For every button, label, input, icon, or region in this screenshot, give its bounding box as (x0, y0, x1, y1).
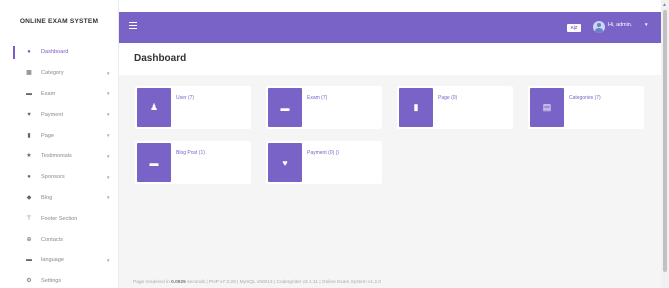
stat-card-label[interactable]: Page (0) (438, 95, 457, 101)
hamburger-menu-icon[interactable] (129, 22, 137, 29)
stat-card-payment[interactable]: ♥ Payment (0) () (266, 141, 382, 184)
scroll-up-arrow-icon[interactable]: ▲ (662, 2, 667, 8)
sidebar-item-sponsors[interactable]: ● Sponsors ▼ (0, 167, 118, 188)
chevron-down-icon: ▼ (106, 195, 111, 201)
sidebar-item-page[interactable]: ▮ Page ▼ (0, 125, 118, 146)
page-icon: ▮ (27, 132, 31, 139)
sidebar-item-label: Page (41, 132, 55, 139)
chevron-down-icon: ▼ (106, 257, 111, 263)
sidebar-item-contacts[interactable]: ⊕ Contacts (0, 229, 118, 250)
scrollbar-thumb[interactable] (663, 10, 667, 272)
stat-card-categories[interactable]: ▤ Categories (7) (528, 86, 644, 129)
payment-hand-icon: ♥ (268, 143, 302, 182)
user-icon: ♟ (137, 88, 171, 127)
brand-title: ONLINE EXAM SYSTEM (19, 17, 99, 25)
sidebar-item-label: Contacts (41, 236, 64, 243)
top-navbar: A|Z Hi, admin. ▼ (119, 12, 661, 43)
stat-card-label[interactable]: Categories (7) (569, 95, 601, 101)
settings-icon: ⚙ (26, 278, 32, 285)
footer-prefix: Page rendered in (133, 280, 172, 285)
sidebar-item-label: Payment (41, 111, 64, 118)
stat-card-user[interactable]: ♟ User (7) (135, 86, 251, 129)
sidebar-item-payment[interactable]: ♥ Payment ▼ (0, 104, 118, 125)
chevron-down-icon: ▼ (106, 133, 111, 139)
render-time: 0.0925 (171, 280, 186, 285)
page-header: Dashboard (119, 43, 661, 75)
payment-icon: ♥ (27, 111, 31, 118)
stat-card-label[interactable]: User (7) (176, 95, 194, 101)
chevron-down-icon[interactable]: ▼ (644, 22, 648, 27)
chevron-down-icon: ▼ (106, 112, 111, 118)
stat-card-page[interactable]: ▮ Page (0) (397, 86, 513, 129)
sidebar-item-settings[interactable]: ⚙ Settings (0, 271, 118, 288)
scrollbar[interactable]: ▲ (661, 0, 669, 288)
file-icon: ▮ (399, 88, 433, 127)
sidebar-item-label: Blog (41, 194, 53, 201)
sidebar-item-label: Footer Section (41, 215, 78, 222)
sidebar-item-label: Dashboard (41, 49, 69, 56)
exam-card-icon: ▬ (268, 88, 302, 127)
sidebar-item-blog[interactable]: ◆ Blog ▼ (0, 188, 118, 209)
chevron-down-icon: ▼ (106, 174, 111, 180)
sidebar-item-label: language (41, 257, 65, 264)
blog-icon: ◆ (26, 194, 32, 201)
chevron-down-icon: ▼ (106, 91, 111, 97)
stat-card-blog-post[interactable]: ▬ Blog Post (1) (135, 141, 251, 184)
chevron-down-icon: ▼ (106, 70, 111, 76)
stat-card-exam[interactable]: ▬ Exam (7) (266, 86, 382, 129)
sidebar-item-label: Settings (41, 278, 62, 285)
sidebar-item-footer-section[interactable]: ⊤ Footer Section (0, 208, 118, 229)
footer-icon: ⊤ (26, 215, 32, 222)
sidebar-item-label: Testimonials (41, 153, 72, 160)
contacts-icon: ⊕ (26, 236, 32, 243)
footer-suffix: seconds | PHP v7.3.28 | MySQL v50013 | C… (185, 280, 382, 285)
sidebar-item-category[interactable]: ▩ Category ▼ (0, 63, 118, 84)
sidebar-item-language[interactable]: ▬ language ▼ (0, 250, 118, 271)
language-icon: ▬ (26, 257, 32, 264)
stat-card-label[interactable]: Blog Post (1) (176, 150, 205, 156)
chevron-down-icon: ▼ (106, 153, 111, 159)
sidebar: ONLINE EXAM SYSTEM ● Dashboard ▩ Categor… (0, 0, 119, 288)
sidebar-item-label: Category (41, 70, 64, 77)
exam-icon: ▬ (26, 90, 32, 97)
sidebar-item-exam[interactable]: ▬ Exam ▼ (0, 84, 118, 105)
avatar[interactable] (593, 21, 605, 33)
blog-post-icon: ▬ (137, 143, 171, 182)
sidebar-item-label: Sponsors (41, 174, 65, 181)
sidebar-item-testimonials[interactable]: ★ Testimonials ▼ (0, 146, 118, 167)
category-icon: ▩ (26, 70, 32, 77)
stat-card-label[interactable]: Payment (0) () (307, 150, 339, 156)
page-title: Dashboard (134, 53, 187, 64)
main-content: Dashboard ♟ User (7) ▬ Exam (7) ▮ Page (… (119, 43, 661, 288)
star-icon: ★ (26, 153, 32, 160)
sponsors-icon: ● (27, 174, 31, 181)
stat-card-label[interactable]: Exam (7) (307, 95, 327, 101)
sidebar-item-dashboard[interactable]: ● Dashboard (0, 42, 118, 63)
dashboard-icon: ● (27, 49, 31, 56)
sidebar-item-label: Exam (41, 90, 56, 97)
user-menu-label[interactable]: Hi, admin. (608, 22, 632, 28)
categories-icon: ▤ (530, 88, 564, 127)
language-switch-icon[interactable]: A|Z (567, 24, 581, 32)
page-footer: Page rendered in 0.0925 seconds | PHP v7… (133, 280, 381, 285)
